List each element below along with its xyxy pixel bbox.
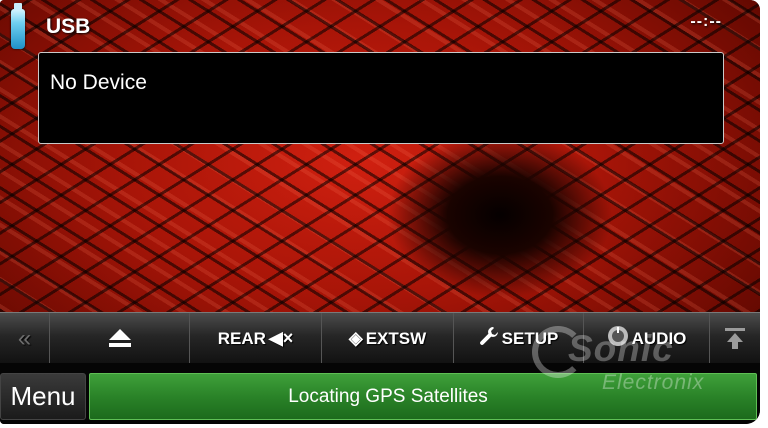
- usb-stick-icon: [11, 3, 25, 49]
- source-title: USB: [46, 15, 91, 38]
- arrow-up-icon: [725, 327, 745, 350]
- rear-label: REAR: [217, 328, 266, 348]
- toolbar-prev-button[interactable]: «: [0, 313, 50, 364]
- audio-knob-icon: [607, 325, 629, 352]
- setup-button[interactable]: SETUP: [454, 313, 584, 364]
- eject-button[interactable]: [50, 313, 190, 364]
- gps-status-bar[interactable]: Locating GPS Satellites: [89, 373, 757, 420]
- audio-label: AUDIO: [631, 328, 687, 348]
- head-unit-screen: USB --:-- No Device « REAR ◀× ◈ EXTSW SE…: [0, 0, 760, 424]
- extsw-button[interactable]: ◈ EXTSW: [322, 313, 454, 364]
- extsw-label: EXTSW: [365, 328, 427, 348]
- double-chevron-left-icon: «: [17, 324, 32, 352]
- audio-button[interactable]: AUDIO: [584, 313, 710, 364]
- bottom-bar: Menu Locating GPS Satellites: [0, 363, 760, 424]
- wrench-icon: [479, 326, 499, 351]
- rear-mute-button[interactable]: REAR ◀×: [190, 313, 322, 364]
- setup-label: SETUP: [501, 328, 559, 348]
- extsw-icon: ◈: [348, 328, 363, 348]
- speaker-mute-icon: ◀×: [268, 328, 294, 348]
- function-toolbar: « REAR ◀× ◈ EXTSW SETUP AUDIO: [0, 312, 760, 364]
- eject-icon: [108, 328, 131, 349]
- scroll-up-button[interactable]: [710, 313, 760, 364]
- menu-button[interactable]: Menu: [0, 373, 86, 420]
- info-panel: No Device: [38, 52, 724, 144]
- device-status-text: No Device: [50, 71, 147, 94]
- clock: --:--: [690, 13, 722, 30]
- status-bar: USB --:--: [0, 0, 760, 52]
